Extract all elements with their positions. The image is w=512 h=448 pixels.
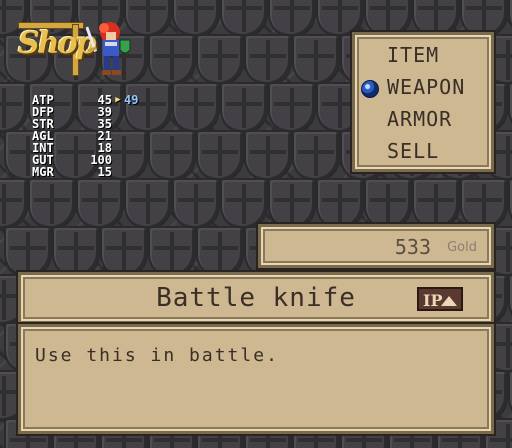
wall-shield-tile <box>268 178 316 230</box>
wall-shield-tile <box>364 178 412 230</box>
wall-shield-tile <box>196 130 244 182</box>
gold-amount: 533 <box>394 235 431 259</box>
shop-logo: Shop <box>16 14 96 78</box>
wall-shield-tile <box>508 370 512 422</box>
cursor-orb-icon <box>361 80 379 98</box>
gold-panel: 533 Gold <box>258 224 494 268</box>
stat-label: MGR <box>32 165 54 179</box>
wall-shield-tile <box>196 226 244 278</box>
shop-menu: ITEM WEAPON ARMOR SELL <box>352 32 494 172</box>
stat-new-value: 49 <box>124 93 139 107</box>
wall-shield-tile <box>508 82 512 134</box>
wall-shield-tile <box>172 0 220 38</box>
wall-shield-tile <box>268 0 316 38</box>
item-type-badge: IP <box>417 287 463 311</box>
menu-item-armor[interactable]: ARMOR <box>387 107 452 131</box>
wall-shield-tile <box>244 130 292 182</box>
wall-shield-tile <box>124 178 172 230</box>
wall-shield-tile <box>0 82 28 134</box>
menu-item-weapon[interactable]: WEAPON <box>387 75 465 99</box>
wall-shield-tile <box>28 178 76 230</box>
wall-shield-tile <box>508 178 512 230</box>
wall-shield-tile <box>148 130 196 182</box>
item-type-badge-text: IP <box>423 291 443 310</box>
stats-block: ATP 45 ▶ 49 DFP 39 STR 35 AGL 21 INT 18 … <box>32 94 148 178</box>
wall-shield-tile <box>292 34 340 86</box>
wall-shield-tile <box>220 0 268 38</box>
wall-shield-tile <box>412 178 460 230</box>
wall-shield-tile <box>460 178 508 230</box>
stat-row-mgr: MGR 15 <box>32 166 148 178</box>
shop-logo-text: Shop <box>18 26 96 61</box>
wall-shield-tile <box>52 226 100 278</box>
menu-item-sell[interactable]: SELL <box>387 139 439 163</box>
wall-shield-tile <box>4 226 52 278</box>
wall-shield-tile <box>316 178 364 230</box>
wall-shield-tile <box>196 34 244 86</box>
wall-shield-tile <box>244 34 292 86</box>
wall-shield-tile <box>220 82 268 134</box>
wall-shield-tile <box>508 0 512 38</box>
triangle-icon <box>441 296 457 306</box>
wall-shield-tile <box>148 226 196 278</box>
wall-shield-tile <box>172 82 220 134</box>
wall-shield-tile <box>100 226 148 278</box>
wall-shield-tile <box>172 178 220 230</box>
menu-item-item[interactable]: ITEM <box>387 43 439 67</box>
gold-unit: Gold <box>447 240 477 255</box>
stat-value: 15 <box>97 165 112 179</box>
item-description: Use this in battle. <box>35 345 279 366</box>
item-description-panel: Use this in battle. <box>18 324 494 434</box>
wall-shield-tile <box>76 178 124 230</box>
wall-shield-tile <box>148 34 196 86</box>
wall-shield-tile <box>292 130 340 182</box>
stat-change-arrow-icon: ▶ <box>115 95 121 105</box>
wall-shield-tile <box>220 178 268 230</box>
wall-shield-tile <box>268 82 316 134</box>
hero-sprite-icon <box>86 22 131 75</box>
wall-shield-tile <box>508 274 512 326</box>
item-name-panel: Battle knife IP <box>18 272 494 324</box>
wall-shield-tile <box>0 178 28 230</box>
